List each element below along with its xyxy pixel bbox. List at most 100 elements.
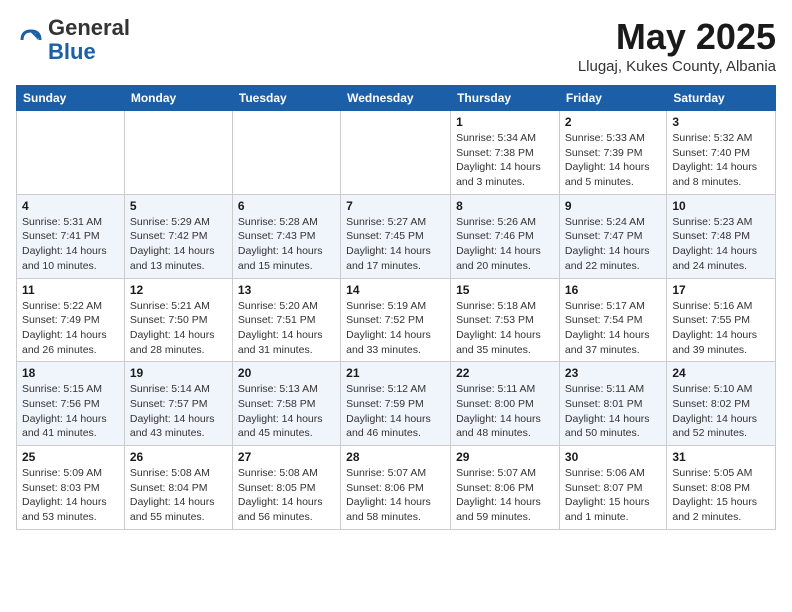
day-number: 8 — [456, 199, 554, 213]
day-number: 6 — [238, 199, 335, 213]
day-number: 23 — [565, 366, 661, 380]
day-number: 22 — [456, 366, 554, 380]
calendar-week-row: 4 Sunrise: 5:31 AM Sunset: 7:41 PM Daylig… — [17, 194, 776, 278]
calendar-cell: 19 Sunrise: 5:14 AM Sunset: 7:57 PM Dayli… — [124, 362, 232, 446]
calendar-cell: 27Sunrise: 5:08 AM Sunset: 8:05 PM Dayli… — [232, 446, 340, 530]
logo-blue-text: Blue — [48, 39, 96, 64]
day-number: 30 — [565, 450, 661, 464]
day-detail: Sunrise: 5:07 AM Sunset: 8:06 PM Dayligh… — [346, 466, 445, 525]
day-number: 20 — [238, 366, 335, 380]
month-title: May 2025 — [578, 16, 776, 58]
logo-general-text: General — [48, 15, 130, 40]
calendar-cell: 10Sunrise: 5:23 AM Sunset: 7:48 PM Dayli… — [667, 194, 776, 278]
day-detail: Sunrise: 5:31 AM Sunset: 7:41 PM Dayligh… — [22, 215, 119, 274]
calendar-cell: 15Sunrise: 5:18 AM Sunset: 7:53 PM Dayli… — [451, 278, 560, 362]
day-detail: Sunrise: 5:11 AM Sunset: 8:00 PM Dayligh… — [456, 382, 554, 441]
day-number: 17 — [672, 283, 770, 297]
calendar-cell: 25 Sunrise: 5:09 AM Sunset: 8:03 PM Dayli… — [17, 446, 125, 530]
day-detail: Sunrise: 5:10 AM Sunset: 8:02 PM Dayligh… — [672, 382, 770, 441]
calendar-cell: 7 Sunrise: 5:27 AM Sunset: 7:45 PM Daylig… — [341, 194, 451, 278]
calendar-week-row: 1 Sunrise: 5:34 AM Sunset: 7:38 PM Daylig… — [17, 111, 776, 195]
day-detail: Sunrise: 5:28 AM Sunset: 7:43 PM Dayligh… — [238, 215, 335, 274]
day-number: 25 — [22, 450, 119, 464]
day-number: 4 — [22, 199, 119, 213]
day-detail: Sunrise: 5:11 AM Sunset: 8:01 PM Dayligh… — [565, 382, 661, 441]
day-detail: Sunrise: 5:13 AM Sunset: 7:58 PM Dayligh… — [238, 382, 335, 441]
logo-icon — [16, 25, 46, 55]
calendar-cell: 13 Sunrise: 5:20 AM Sunset: 7:51 PM Dayli… — [232, 278, 340, 362]
day-detail: Sunrise: 5:24 AM Sunset: 7:47 PM Dayligh… — [565, 215, 661, 274]
calendar-cell: 31 Sunrise: 5:05 AM Sunset: 8:08 PM Dayli… — [667, 446, 776, 530]
day-detail: Sunrise: 5:33 AM Sunset: 7:39 PM Dayligh… — [565, 131, 661, 190]
day-detail: Sunrise: 5:15 AM Sunset: 7:56 PM Dayligh… — [22, 382, 119, 441]
day-number: 7 — [346, 199, 445, 213]
day-number: 18 — [22, 366, 119, 380]
day-detail: Sunrise: 5:32 AM Sunset: 7:40 PM Dayligh… — [672, 131, 770, 190]
page-header: General Blue May 2025 Llugaj, Kukes Coun… — [16, 16, 776, 75]
day-number: 12 — [130, 283, 227, 297]
day-detail: Sunrise: 5:22 AM Sunset: 7:49 PM Dayligh… — [22, 299, 119, 358]
day-number: 1 — [456, 115, 554, 129]
calendar-cell: 4 Sunrise: 5:31 AM Sunset: 7:41 PM Daylig… — [17, 194, 125, 278]
calendar-cell: 5Sunrise: 5:29 AM Sunset: 7:42 PM Daylig… — [124, 194, 232, 278]
day-detail: Sunrise: 5:16 AM Sunset: 7:55 PM Dayligh… — [672, 299, 770, 358]
weekday-header: Tuesday — [232, 86, 340, 111]
calendar-cell: 11 Sunrise: 5:22 AM Sunset: 7:49 PM Dayli… — [17, 278, 125, 362]
day-number: 21 — [346, 366, 445, 380]
day-detail: Sunrise: 5:21 AM Sunset: 7:50 PM Dayligh… — [130, 299, 227, 358]
day-detail: Sunrise: 5:29 AM Sunset: 7:42 PM Dayligh… — [130, 215, 227, 274]
day-detail: Sunrise: 5:09 AM Sunset: 8:03 PM Dayligh… — [22, 466, 119, 525]
calendar-cell — [124, 111, 232, 195]
calendar-cell — [232, 111, 340, 195]
day-number: 15 — [456, 283, 554, 297]
calendar-cell: 29 Sunrise: 5:07 AM Sunset: 8:06 PM Dayli… — [451, 446, 560, 530]
day-detail: Sunrise: 5:06 AM Sunset: 8:07 PM Dayligh… — [565, 466, 661, 525]
day-number: 26 — [130, 450, 227, 464]
day-number: 13 — [238, 283, 335, 297]
weekday-header: Friday — [559, 86, 666, 111]
location-subtitle: Llugaj, Kukes County, Albania — [578, 58, 776, 75]
calendar-cell: 6 Sunrise: 5:28 AM Sunset: 7:43 PM Daylig… — [232, 194, 340, 278]
calendar-cell: 16Sunrise: 5:17 AM Sunset: 7:54 PM Dayli… — [559, 278, 666, 362]
day-number: 24 — [672, 366, 770, 380]
day-detail: Sunrise: 5:20 AM Sunset: 7:51 PM Dayligh… — [238, 299, 335, 358]
day-detail: Sunrise: 5:26 AM Sunset: 7:46 PM Dayligh… — [456, 215, 554, 274]
day-number: 29 — [456, 450, 554, 464]
calendar-cell: 3 Sunrise: 5:32 AM Sunset: 7:40 PM Daylig… — [667, 111, 776, 195]
day-number: 3 — [672, 115, 770, 129]
day-detail: Sunrise: 5:34 AM Sunset: 7:38 PM Dayligh… — [456, 131, 554, 190]
weekday-header: Thursday — [451, 86, 560, 111]
calendar-cell: 1 Sunrise: 5:34 AM Sunset: 7:38 PM Daylig… — [451, 111, 560, 195]
day-detail: Sunrise: 5:07 AM Sunset: 8:06 PM Dayligh… — [456, 466, 554, 525]
calendar-cell: 18 Sunrise: 5:15 AM Sunset: 7:56 PM Dayli… — [17, 362, 125, 446]
calendar-cell: 24 Sunrise: 5:10 AM Sunset: 8:02 PM Dayli… — [667, 362, 776, 446]
day-number: 28 — [346, 450, 445, 464]
day-number: 14 — [346, 283, 445, 297]
weekday-header: Wednesday — [341, 86, 451, 111]
calendar-cell: 22 Sunrise: 5:11 AM Sunset: 8:00 PM Dayli… — [451, 362, 560, 446]
calendar-cell: 2 Sunrise: 5:33 AM Sunset: 7:39 PM Daylig… — [559, 111, 666, 195]
day-number: 31 — [672, 450, 770, 464]
calendar-table: SundayMondayTuesdayWednesdayThursdayFrid… — [16, 85, 776, 530]
day-number: 2 — [565, 115, 661, 129]
calendar-week-row: 25 Sunrise: 5:09 AM Sunset: 8:03 PM Dayli… — [17, 446, 776, 530]
day-detail: Sunrise: 5:27 AM Sunset: 7:45 PM Dayligh… — [346, 215, 445, 274]
day-detail: Sunrise: 5:05 AM Sunset: 8:08 PM Dayligh… — [672, 466, 770, 525]
day-detail: Sunrise: 5:19 AM Sunset: 7:52 PM Dayligh… — [346, 299, 445, 358]
calendar-cell — [17, 111, 125, 195]
day-detail: Sunrise: 5:08 AM Sunset: 8:05 PM Dayligh… — [238, 466, 335, 525]
calendar-cell: 30 Sunrise: 5:06 AM Sunset: 8:07 PM Dayli… — [559, 446, 666, 530]
day-detail: Sunrise: 5:08 AM Sunset: 8:04 PM Dayligh… — [130, 466, 227, 525]
calendar-cell: 23 Sunrise: 5:11 AM Sunset: 8:01 PM Dayli… — [559, 362, 666, 446]
day-detail: Sunrise: 5:12 AM Sunset: 7:59 PM Dayligh… — [346, 382, 445, 441]
calendar-week-row: 11 Sunrise: 5:22 AM Sunset: 7:49 PM Dayli… — [17, 278, 776, 362]
day-number: 9 — [565, 199, 661, 213]
day-number: 11 — [22, 283, 119, 297]
weekday-header-row: SundayMondayTuesdayWednesdayThursdayFrid… — [17, 86, 776, 111]
calendar-week-row: 18 Sunrise: 5:15 AM Sunset: 7:56 PM Dayli… — [17, 362, 776, 446]
calendar-cell: 26 Sunrise: 5:08 AM Sunset: 8:04 PM Dayli… — [124, 446, 232, 530]
day-number: 19 — [130, 366, 227, 380]
weekday-header: Sunday — [17, 86, 125, 111]
day-detail: Sunrise: 5:14 AM Sunset: 7:57 PM Dayligh… — [130, 382, 227, 441]
calendar-cell: 21 Sunrise: 5:12 AM Sunset: 7:59 PM Dayli… — [341, 362, 451, 446]
